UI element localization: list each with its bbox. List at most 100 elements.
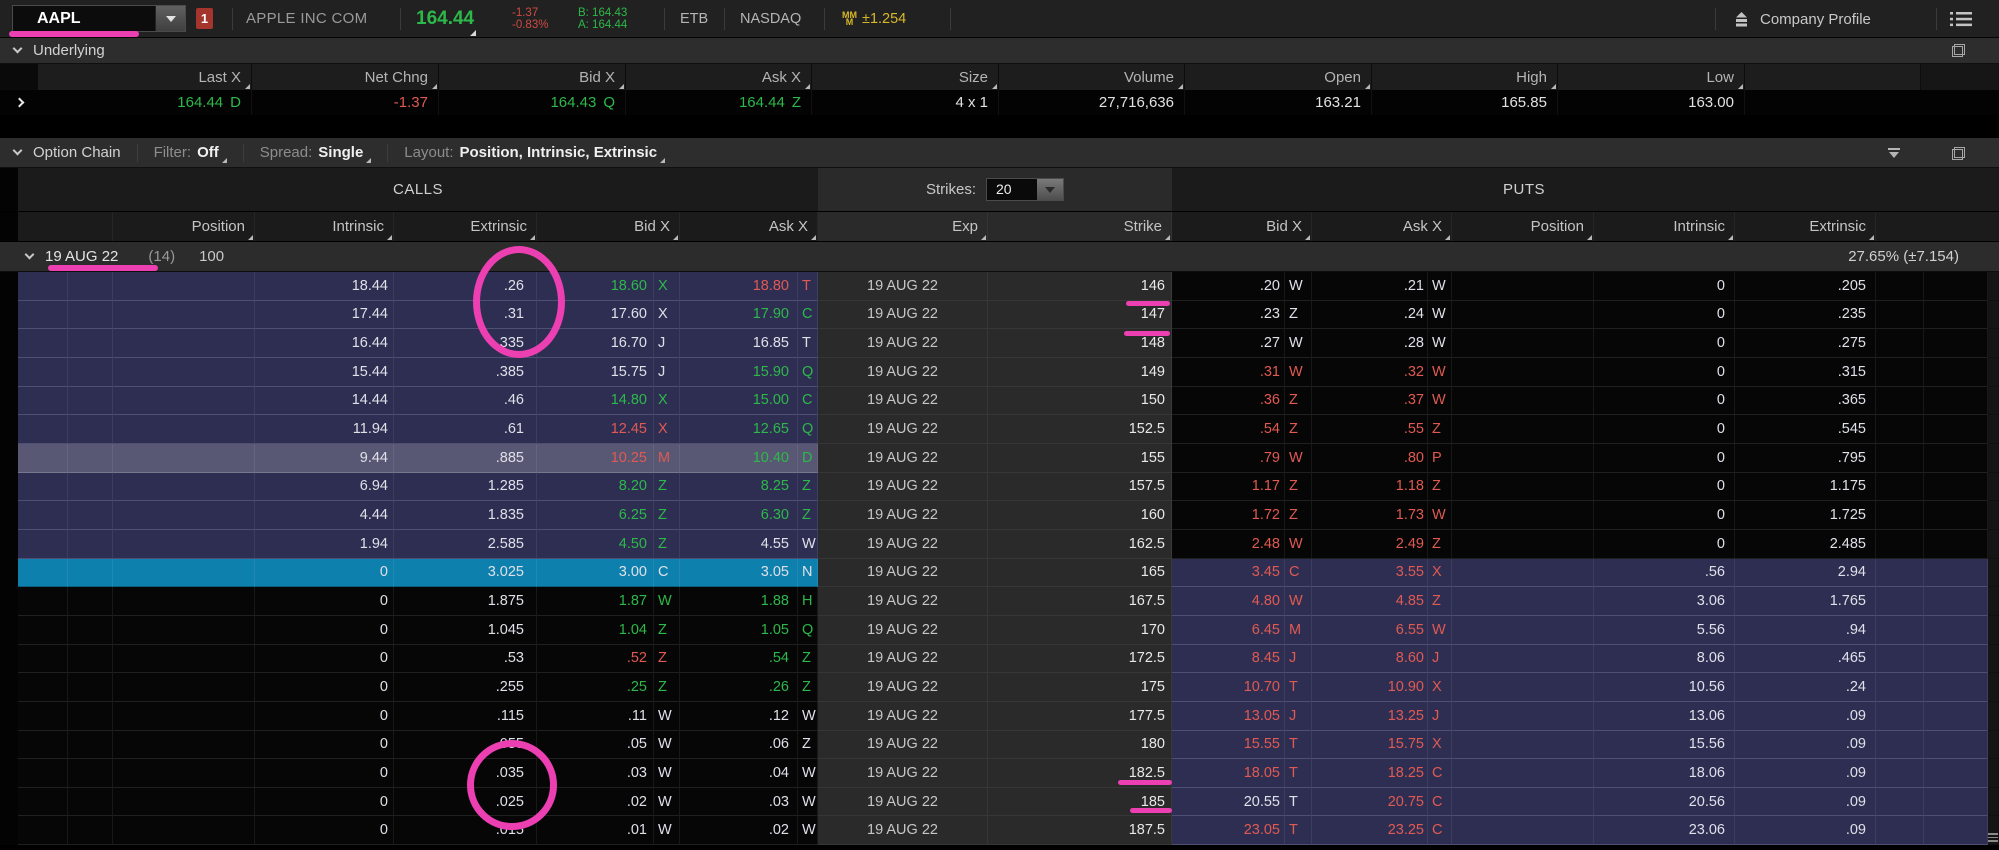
scrollbar-track[interactable] [1988,673,1999,702]
scrollbar-track[interactable] [1988,444,1999,473]
call-ask-cell[interactable]: 1.05 [680,616,798,645]
option-chain-row[interactable]: 14.44 .46 14.80 X 15.00 C 19 AUG 22 150 … [0,387,1999,416]
bottom-scroll-strip[interactable] [0,845,1999,850]
detach-window-icon[interactable] [1952,147,1965,160]
scrollbar-track[interactable] [1988,645,1999,674]
scrollbar-track[interactable] [1988,358,1999,387]
put-bid-cell[interactable]: .27 [1172,329,1285,358]
option-chain-row[interactable]: 6.94 1.285 8.20 Z 8.25 Z 19 AUG 22 157.5… [0,473,1999,502]
scrollbar-track[interactable] [1988,759,1999,788]
col-header-call-extrinsic[interactable]: Extrinsic [394,212,537,241]
call-bid-cell[interactable]: 1.87 [537,587,654,616]
col-header-volume[interactable]: Volume [999,64,1185,90]
col-header-open[interactable]: Open [1185,64,1372,90]
option-chain-row[interactable]: 17.44 .31 17.60 X 17.90 C 19 AUG 22 147 … [0,301,1999,330]
put-bid-cell[interactable]: 1.72 [1172,501,1285,530]
option-chain-row[interactable]: 1.94 2.585 4.50 Z 4.55 W 19 AUG 22 162.5… [0,530,1999,559]
call-ask-cell[interactable]: .06 [680,731,798,760]
call-ask-cell[interactable]: 8.25 [680,473,798,502]
put-bid-cell[interactable]: 2.48 [1172,530,1285,559]
col-header-put-ask[interactable]: Ask X [1312,212,1452,241]
put-ask-cell[interactable]: .32 [1312,358,1428,387]
scrollbar-track[interactable] [1988,329,1999,358]
option-chain-row[interactable]: 4.44 1.835 6.25 Z 6.30 Z 19 AUG 22 160 1… [0,501,1999,530]
call-bid-cell[interactable]: .05 [537,731,654,760]
call-ask-cell[interactable]: 18.80 [680,272,798,301]
put-bid-cell[interactable]: 20.55 [1172,788,1285,817]
filter-control[interactable]: Filter: Off [154,144,227,161]
option-chain-row[interactable]: 16.44 .335 16.70 J 16.85 T 19 AUG 22 148… [0,329,1999,358]
spread-control[interactable]: Spread: Single [260,144,372,161]
col-header-call-intrinsic[interactable]: Intrinsic [255,212,394,241]
option-chain-row[interactable]: 15.44 .385 15.75 J 15.90 Q 19 AUG 22 149… [0,358,1999,387]
put-bid-cell[interactable]: 18.05 [1172,759,1285,788]
option-chain-row[interactable]: 0 .255 .25 Z .26 Z 19 AUG 22 175 10.70 T… [0,673,1999,702]
put-ask-cell[interactable]: 18.25 [1312,759,1428,788]
put-ask-cell[interactable]: 2.49 [1312,530,1428,559]
call-bid-cell[interactable]: 1.04 [537,616,654,645]
put-bid-cell[interactable]: 3.45 [1172,559,1285,588]
col-header-low[interactable]: Low [1558,64,1745,90]
put-ask-cell[interactable]: 23.25 [1312,816,1428,845]
put-bid-cell[interactable]: 15.55 [1172,731,1285,760]
put-ask-cell[interactable]: .55 [1312,415,1428,444]
scrollbar-track[interactable] [1988,501,1999,530]
alert-badge[interactable]: 1 [196,8,213,29]
put-bid-cell[interactable]: 1.17 [1172,473,1285,502]
call-bid-cell[interactable]: .11 [537,702,654,731]
put-bid-cell[interactable]: .54 [1172,415,1285,444]
expiry-group-row[interactable]: 19 AUG 22 (14) 100 27.65% (±7.154) [0,242,1999,272]
put-ask-cell[interactable]: .24 [1312,301,1428,330]
call-ask-cell[interactable]: .02 [680,816,798,845]
put-bid-cell[interactable]: 4.80 [1172,587,1285,616]
put-ask-cell[interactable]: 15.75 [1312,731,1428,760]
option-chain-row[interactable]: 0 3.025 3.00 C 3.05 N 19 AUG 22 165 3.45… [0,559,1999,588]
call-bid-cell[interactable]: .52 [537,645,654,674]
scrollbar-track[interactable] [1988,731,1999,760]
col-header-call-bid[interactable]: Bid X [537,212,680,241]
col-header-put-bid[interactable]: Bid X [1172,212,1312,241]
call-ask-cell[interactable]: .12 [680,702,798,731]
col-header-put-position[interactable]: Position [1452,212,1594,241]
call-ask-cell[interactable]: .54 [680,645,798,674]
option-chain-row[interactable]: 0 .015 .01 W .02 W 19 AUG 22 187.5 23.05… [0,816,1999,845]
option-chain-row[interactable]: 0 .035 .03 W .04 W 19 AUG 22 182.5 18.05… [0,759,1999,788]
symbol-dropdown-button[interactable] [155,6,185,31]
call-ask-cell[interactable]: .04 [680,759,798,788]
scrollbar-track[interactable] [1988,616,1999,645]
col-header-net-chng[interactable]: Net Chng [252,64,439,90]
call-ask-cell[interactable]: .26 [680,673,798,702]
call-ask-cell[interactable]: 10.40 [680,444,798,473]
option-chain-row[interactable]: 18.44 .26 18.60 X 18.80 T 19 AUG 22 146 … [0,272,1999,301]
scrollbar-track[interactable] [1988,788,1999,817]
col-header-strike[interactable]: Strike [988,212,1172,241]
call-bid-cell[interactable]: .25 [537,673,654,702]
option-chain-row[interactable]: 0 1.875 1.87 W 1.88 H 19 AUG 22 167.5 4.… [0,587,1999,616]
option-chain-section-header[interactable]: Option Chain Filter: Off Spread: Single … [0,138,1999,168]
scrollbar-track[interactable] [1988,415,1999,444]
put-bid-cell[interactable]: .79 [1172,444,1285,473]
call-bid-cell[interactable]: 18.60 [537,272,654,301]
call-ask-cell[interactable]: 4.55 [680,530,798,559]
col-header-put-extrinsic[interactable]: Extrinsic [1735,212,1876,241]
call-bid-cell[interactable]: 15.75 [537,358,654,387]
option-chain-row[interactable]: 0 1.045 1.04 Z 1.05 Q 19 AUG 22 170 6.45… [0,616,1999,645]
row-expander[interactable] [0,90,38,115]
call-bid-cell[interactable]: 17.60 [537,301,654,330]
put-ask-cell[interactable]: .28 [1312,329,1428,358]
call-bid-cell[interactable]: 12.45 [537,415,654,444]
put-bid-cell[interactable]: 8.45 [1172,645,1285,674]
option-chain-row[interactable]: 11.94 .61 12.45 X 12.65 Q 19 AUG 22 152.… [0,415,1999,444]
call-ask-cell[interactable]: 17.90 [680,301,798,330]
put-ask-cell[interactable]: .21 [1312,272,1428,301]
put-bid-cell[interactable]: .20 [1172,272,1285,301]
put-bid-cell[interactable]: 10.70 [1172,673,1285,702]
put-bid-cell[interactable]: 13.05 [1172,702,1285,731]
company-profile-button[interactable]: Company Profile [1733,0,1871,38]
col-header-call-position[interactable]: Position [113,212,255,241]
call-ask-cell[interactable]: 6.30 [680,501,798,530]
call-ask-cell[interactable]: 15.00 [680,387,798,416]
col-header-last[interactable]: Last X [38,64,252,90]
put-ask-cell[interactable]: .80 [1312,444,1428,473]
call-bid-cell[interactable]: .01 [537,816,654,845]
